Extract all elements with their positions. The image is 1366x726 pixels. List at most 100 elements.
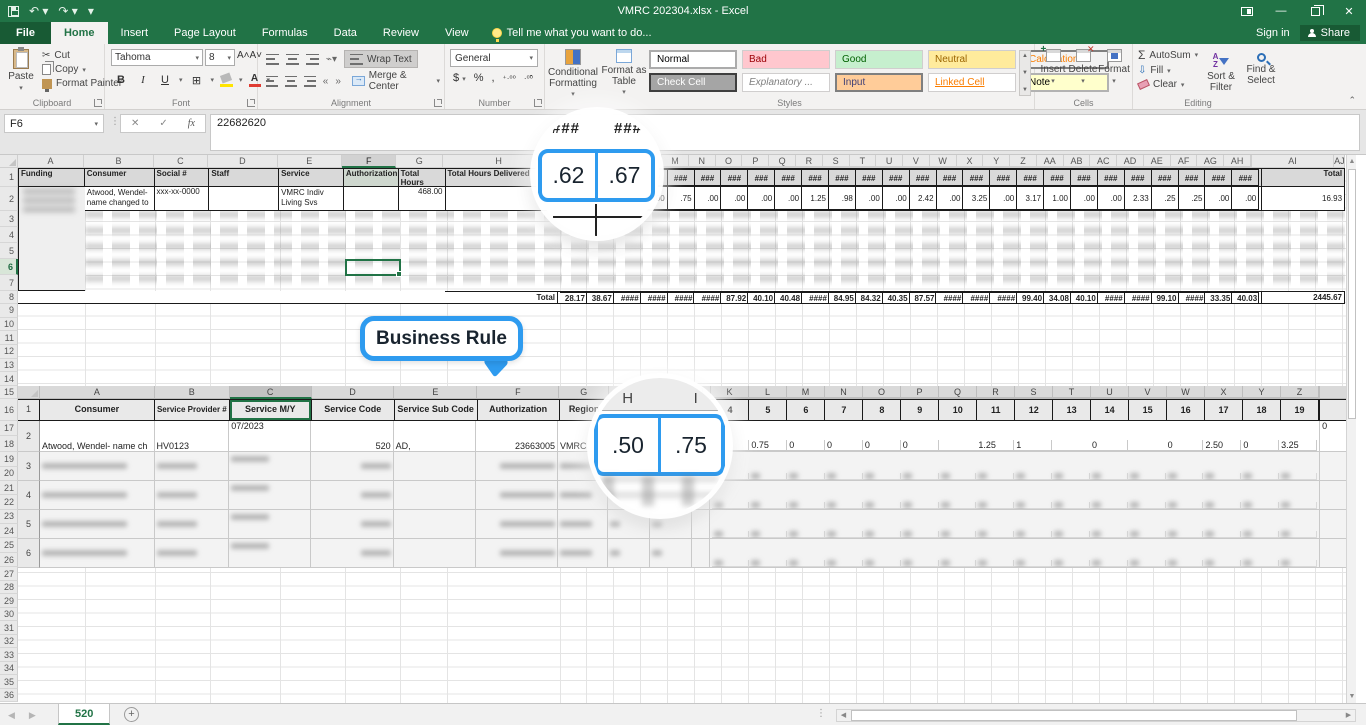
day-value-cell[interactable]: .00	[748, 187, 775, 210]
day-number-header[interactable]: 13	[1053, 399, 1091, 421]
col-header[interactable]: V	[903, 155, 930, 167]
font-family-select[interactable]: Tahoma▾	[111, 49, 203, 66]
day-value-cell[interactable]: 2.33	[1125, 187, 1152, 210]
styles-gallery-scroll[interactable]: ▲▼▼	[1019, 50, 1031, 96]
col-header-AI[interactable]: AI	[1252, 155, 1334, 168]
insert-function-button[interactable]: fx	[188, 118, 195, 129]
cell-style-item[interactable]: Good	[835, 50, 923, 69]
col-header-B[interactable]: B	[84, 155, 153, 168]
total-value-cell[interactable]: ####	[1179, 292, 1206, 304]
header-hash-cell[interactable]: ###	[1098, 169, 1125, 186]
row-header[interactable]: 2	[0, 187, 18, 211]
day-number-header[interactable]: 18	[1243, 399, 1281, 421]
orientation-button[interactable]: ⌁▾	[326, 54, 337, 65]
cell-style-item[interactable]: Input	[835, 73, 923, 92]
tab-review[interactable]: Review	[370, 22, 432, 44]
total-value-cell[interactable]: 34.08	[1044, 292, 1071, 304]
italic-button[interactable]: I	[135, 72, 151, 88]
header-total[interactable]: Total	[1262, 168, 1345, 187]
borders-button[interactable]: ⊞	[189, 72, 205, 88]
col-header[interactable]: AC	[1090, 155, 1117, 167]
collapse-ribbon-button[interactable]: ⌃	[1348, 95, 1356, 106]
font-dialog-launcher[interactable]	[247, 99, 255, 107]
total-value-cell[interactable]: ####	[963, 292, 990, 304]
increase-indent-button[interactable]: »	[335, 76, 341, 87]
row-header[interactable]: 9	[0, 304, 18, 318]
col-header[interactable]: P	[742, 155, 769, 167]
name-box[interactable]: F6▾	[4, 114, 104, 133]
row-header[interactable]: 1	[0, 168, 18, 187]
align-center-icon[interactable]	[285, 76, 297, 87]
restore-button[interactable]	[1298, 0, 1332, 22]
row-header[interactable]: 31	[0, 621, 18, 635]
col-header[interactable]: O	[716, 155, 743, 167]
total-value-cell[interactable]: ####	[641, 292, 668, 304]
header2-consumer[interactable]: Consumer	[40, 399, 155, 421]
row-header[interactable]: 25	[0, 538, 18, 552]
merge-center-button[interactable]: Merge & Center ▾	[348, 72, 444, 90]
total-value-cell[interactable]: ####	[802, 292, 829, 304]
header-hash-cell[interactable]: ###	[748, 169, 775, 186]
day-number-header[interactable]: 5	[749, 399, 787, 421]
day-value-cell[interactable]: .98	[829, 187, 856, 210]
header-hash-cell[interactable]: ###	[1205, 169, 1232, 186]
tab-home[interactable]: Home	[51, 22, 108, 44]
cell2-consumer[interactable]: Atwood, Wendel- name ch	[40, 421, 155, 452]
header-staff[interactable]: Staff	[209, 168, 279, 187]
clear-button[interactable]: Clear▾	[1138, 79, 1198, 90]
header-hash-cell[interactable]: ###	[829, 169, 856, 186]
day-number-header[interactable]: 17	[1205, 399, 1243, 421]
sort-filter-button[interactable]: AZ Sort & Filter	[1205, 48, 1237, 93]
scroll-right-arrow[interactable]: ▶	[1342, 710, 1355, 721]
row-header[interactable]: 15	[0, 386, 18, 399]
cancel-entry-button[interactable]: ✕	[131, 118, 139, 129]
bold-button[interactable]: B	[113, 72, 129, 88]
day-value-cell[interactable]: .00	[1205, 187, 1232, 210]
day-value-cell[interactable]: 1	[1014, 440, 1052, 451]
row-header[interactable]: 24	[0, 524, 18, 538]
day-value-cell[interactable]: .00	[775, 187, 802, 210]
day-value-cell[interactable]: 0	[1090, 440, 1128, 451]
row-header[interactable]: 11	[0, 331, 18, 345]
select-all-corner[interactable]	[0, 155, 18, 168]
header-service[interactable]: Service	[279, 168, 344, 187]
total-value-cell[interactable]: 38.67	[587, 292, 614, 304]
paste-button[interactable]: Paste▾	[4, 44, 38, 92]
day-number-header[interactable]: 15	[1129, 399, 1167, 421]
row-header[interactable]: 28	[0, 581, 18, 595]
day-value-cell[interactable]: 0	[787, 440, 825, 451]
cell2-authorization[interactable]: 23663005	[476, 421, 558, 452]
cell-social[interactable]: xxx-xx-0000	[155, 187, 210, 211]
day-value-cell[interactable]	[939, 450, 977, 451]
new-sheet-button[interactable]: +	[124, 707, 139, 722]
header-hash-cell[interactable]: ###	[1152, 169, 1179, 186]
header-hash-cell[interactable]: ###	[802, 169, 829, 186]
scroll-down-arrow[interactable]: ▼	[1347, 690, 1357, 703]
row-header[interactable]: 35	[0, 675, 18, 689]
row-header[interactable]: 10	[0, 318, 18, 332]
row-header[interactable]: 18	[0, 436, 18, 452]
day-number-header[interactable]: 11	[977, 399, 1015, 421]
col-header[interactable]: AB	[1064, 155, 1091, 167]
day-value-cell[interactable]: .00	[856, 187, 883, 210]
cell2-service-code[interactable]: 520	[311, 421, 394, 452]
cell-consumer[interactable]: Atwood, Wendel- name changed to	[85, 187, 155, 211]
cell-authorization-redacted[interactable]	[344, 187, 399, 211]
cell-row-total[interactable]: 16.93	[1262, 187, 1345, 211]
total-value-cell[interactable]: ####	[1098, 292, 1125, 304]
total-value-cell[interactable]: 40.03	[1232, 292, 1259, 304]
cell-style-item[interactable]: Neutral	[928, 50, 1016, 69]
cell2-service-sub-code[interactable]: AD,	[394, 421, 477, 452]
header-hash-cell[interactable]: ###	[668, 169, 695, 186]
total-value-cell[interactable]: ####	[694, 292, 721, 304]
row-header[interactable]: 26	[0, 553, 18, 567]
total-value-cell[interactable]: 99.10	[1152, 292, 1179, 304]
header2-service-my-selected[interactable]: Service M/Y	[230, 399, 312, 421]
row-header[interactable]: 29	[0, 594, 18, 608]
day-value-cell[interactable]	[1128, 450, 1166, 451]
total-value-cell[interactable]: 87.92	[721, 292, 748, 304]
align-middle-icon[interactable]	[286, 54, 299, 65]
cell-staff-redacted[interactable]	[209, 187, 279, 211]
delete-cells-button[interactable]: Delete▾	[1069, 44, 1097, 85]
align-top-icon[interactable]	[266, 54, 279, 65]
